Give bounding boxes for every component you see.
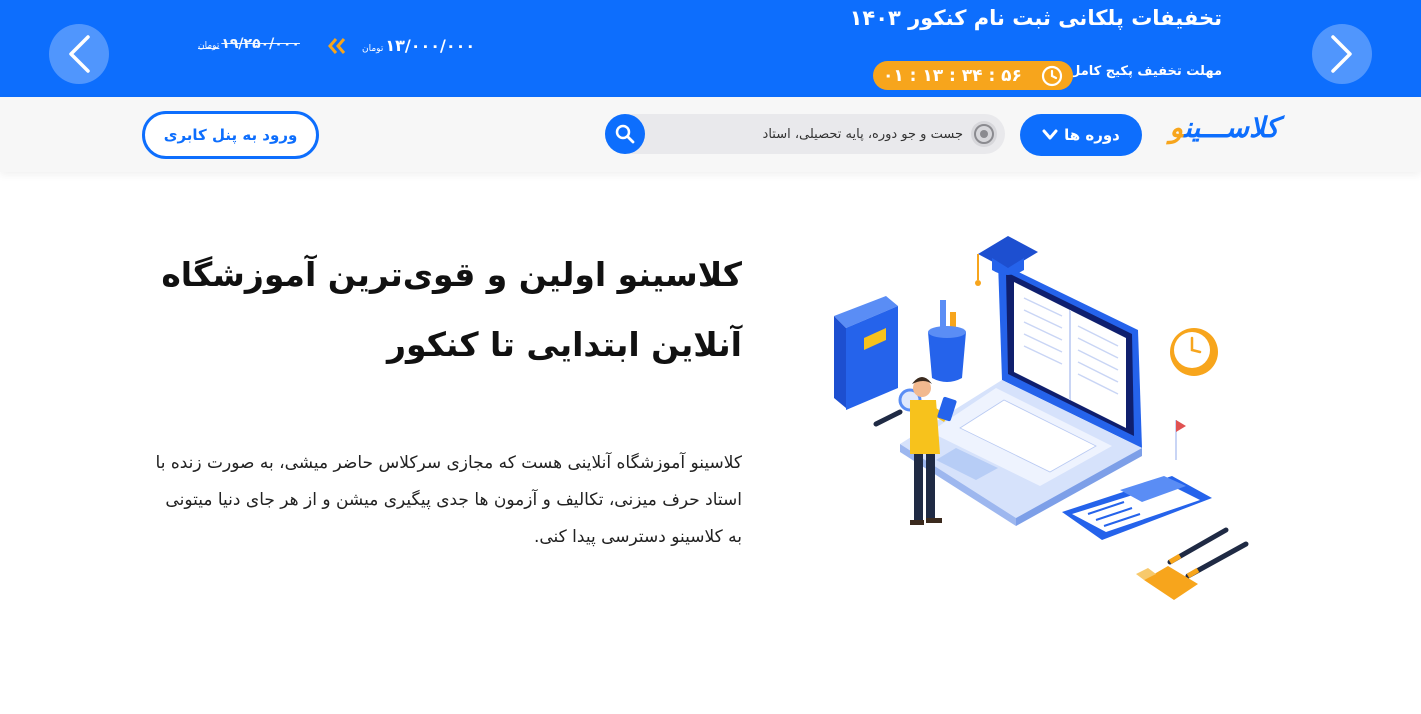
double-chevron-left-icon	[327, 36, 347, 60]
hero-title: کلاسینو اولین و قوی‌ترین آموزشگاه آنلاین…	[150, 240, 742, 380]
countdown-value: ۰۱ : ۱۳ : ۳۴ : ۵۶	[883, 65, 1022, 86]
clock-icon	[1041, 65, 1063, 86]
search-icon	[615, 124, 635, 144]
hero-title-line-1: کلاسینو اولین و قوی‌ترین آموزشگاه	[161, 255, 742, 294]
wall-clock-illustration	[1170, 328, 1218, 376]
target-icon	[971, 121, 997, 147]
usb-stick-illustration	[1136, 566, 1198, 600]
hero-title-line-2: آنلاین ابتدایی تا کنکور	[387, 325, 742, 364]
book-illustration	[834, 296, 898, 410]
new-price: ۱۳/۰۰۰/۰۰۰تومان	[362, 36, 476, 55]
site-logo[interactable]: کلاســـینو	[1170, 111, 1279, 144]
laptop-illustration	[900, 262, 1142, 526]
flag-illustration	[1175, 420, 1186, 460]
next-slide-button[interactable]	[1312, 24, 1372, 84]
search-input[interactable]	[655, 114, 963, 154]
online-learning-illustration	[834, 236, 1249, 600]
site-header: کلاســـینو دوره ها ورود به پنل کابری	[0, 97, 1421, 172]
chevron-down-icon	[1042, 129, 1058, 140]
pencils-illustration	[1167, 527, 1249, 579]
old-price: ۱۹/۲۵۰/۰۰۰تومان	[198, 36, 300, 52]
deadline-label: مهلت تخفیف پکیج کامل	[1069, 64, 1222, 79]
promo-title: تخفیفات پلکانی ثبت نام کنکور ۱۴۰۳	[849, 6, 1222, 30]
prev-slide-button[interactable]	[49, 24, 109, 84]
search-bar	[605, 114, 1005, 154]
chevron-right-icon	[1331, 35, 1352, 73]
courses-label: دوره ها	[1064, 126, 1120, 144]
pen-holder-illustration	[928, 300, 966, 382]
promo-banner: ۱۹/۲۵۰/۰۰۰تومان ۱۳/۰۰۰/۰۰۰تومان تخفیفات …	[0, 0, 1421, 97]
hero-description: کلاسینو آموزشگاه آنلاینی هست که مجازی سر…	[155, 453, 742, 547]
countdown-timer: ۰۱ : ۱۳ : ۳۴ : ۵۶	[873, 61, 1073, 90]
search-button[interactable]	[605, 114, 645, 154]
login-button[interactable]: ورود به پنل کابری	[142, 111, 319, 159]
chevron-left-icon	[69, 35, 90, 73]
courses-dropdown-button[interactable]: دوره ها	[1020, 114, 1142, 156]
